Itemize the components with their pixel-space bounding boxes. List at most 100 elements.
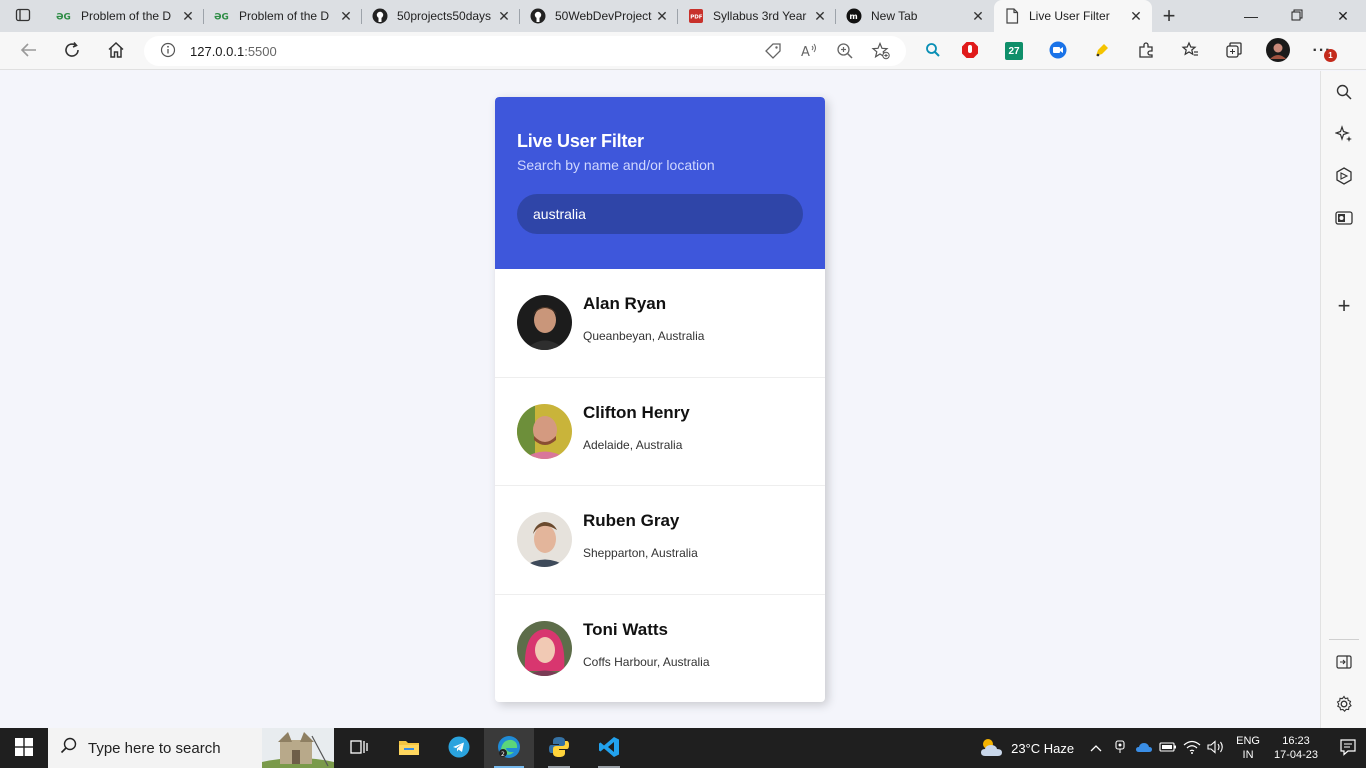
back-button[interactable] xyxy=(14,36,44,66)
tab-title: Live User Filter xyxy=(1029,9,1110,23)
wifi-button[interactable] xyxy=(1180,728,1204,768)
read-aloud-icon[interactable]: A xyxy=(794,36,824,66)
close-icon[interactable]: ✕ xyxy=(1128,8,1144,25)
tab-actions-button[interactable] xyxy=(0,0,46,32)
tab-syllabus-3rd-year[interactable]: PDF Syllabus 3rd Year ✕ xyxy=(678,0,836,32)
tab-live-user-filter[interactable]: Live User Filter ✕ xyxy=(994,0,1152,32)
calendar-extension[interactable]: 27 xyxy=(992,36,1036,66)
onedrive-button[interactable] xyxy=(1132,728,1156,768)
settings-menu-button[interactable]: ··· 1 xyxy=(1300,36,1344,66)
speaker-icon xyxy=(1207,739,1225,757)
sidebar-search-button[interactable] xyxy=(1332,81,1356,105)
file-explorer-button[interactable] xyxy=(384,728,434,768)
tab-50webdevproject[interactable]: 50WebDevProject ✕ xyxy=(520,0,678,32)
search-icon xyxy=(925,42,941,61)
list-item: Alan Ryan Queanbeyan, Australia xyxy=(495,269,825,378)
outlook-icon xyxy=(1335,209,1353,230)
tab-new-tab[interactable]: m New Tab ✕ xyxy=(836,0,994,32)
sidebar-add-button[interactable]: + xyxy=(1332,293,1356,318)
close-icon[interactable]: ✕ xyxy=(812,8,828,25)
tab-problem-of-the-day-2[interactable]: ƏG Problem of the D ✕ xyxy=(204,0,362,32)
telegram-button[interactable] xyxy=(434,728,484,768)
filter-input[interactable]: australia xyxy=(517,194,803,234)
favorites-button[interactable] xyxy=(1168,36,1212,66)
close-icon[interactable]: ✕ xyxy=(970,8,986,25)
sidebar-outlook-button[interactable] xyxy=(1332,207,1356,231)
clock[interactable]: 16:23 17-04-23 xyxy=(1274,734,1318,762)
system-tray: 23°C Haze ENG IN 16:23 17-04-23 xyxy=(979,728,1366,768)
window-controls: — ✕ xyxy=(1228,0,1366,32)
start-button[interactable] xyxy=(0,728,48,768)
list-item: Ruben Gray Shepparton, Australia xyxy=(495,486,825,595)
close-icon[interactable]: ✕ xyxy=(338,8,354,25)
github-icon xyxy=(530,8,546,24)
close-icon[interactable]: ✕ xyxy=(496,8,512,25)
sidebar-games-button[interactable] xyxy=(1332,165,1356,189)
zoom-icon[interactable] xyxy=(830,36,860,66)
close-icon[interactable]: ✕ xyxy=(654,8,670,25)
video-call-icon xyxy=(1049,41,1067,62)
back-arrow-icon xyxy=(20,42,38,61)
meet-now-button[interactable] xyxy=(1108,728,1132,768)
tab-actions-icon xyxy=(15,7,31,26)
puzzle-icon xyxy=(1137,41,1155,62)
geeksforgeeks-icon: ƏG xyxy=(214,8,230,24)
sidebar-copilot-button[interactable] xyxy=(1332,123,1356,147)
chevron-up-icon xyxy=(1090,741,1102,755)
restore-button[interactable] xyxy=(1274,0,1320,32)
extensions-button[interactable] xyxy=(1124,36,1168,66)
region-code: IN xyxy=(1242,749,1254,761)
meet-extension[interactable] xyxy=(1036,36,1080,66)
collections-button[interactable] xyxy=(1212,36,1256,66)
card-header: Live User Filter Search by name and/or l… xyxy=(495,97,825,269)
battery-button[interactable] xyxy=(1156,728,1180,768)
vscode-button[interactable] xyxy=(584,728,634,768)
new-tab-button[interactable]: + xyxy=(1152,0,1186,32)
url-text[interactable]: 127.0.0.1:5500 xyxy=(190,44,277,59)
task-view-button[interactable] xyxy=(334,728,384,768)
address-bar[interactable]: 127.0.0.1:5500 A xyxy=(144,36,906,66)
profile-button[interactable] xyxy=(1256,36,1300,66)
close-icon[interactable]: ✕ xyxy=(180,8,196,25)
volume-button[interactable] xyxy=(1204,728,1228,768)
refresh-button[interactable] xyxy=(57,36,87,66)
tab-title: Syllabus 3rd Year xyxy=(713,9,807,23)
sidebar-hide-button[interactable] xyxy=(1332,651,1356,675)
onedrive-icon xyxy=(1135,740,1153,757)
show-hidden-icons-button[interactable] xyxy=(1084,728,1108,768)
add-favorite-icon[interactable] xyxy=(866,36,896,66)
page-subtitle: Search by name and/or location xyxy=(517,157,715,173)
user-location: Queanbeyan, Australia xyxy=(583,329,705,344)
search-icon xyxy=(60,737,78,759)
tab-title: Problem of the D xyxy=(81,9,172,23)
info-icon[interactable] xyxy=(160,42,176,61)
home-button[interactable] xyxy=(101,36,131,66)
user-list: Alan Ryan Queanbeyan, Australia Clifton … xyxy=(495,269,825,702)
search-extension[interactable] xyxy=(918,36,948,66)
minimize-button[interactable]: — xyxy=(1228,0,1274,32)
taskbar-search-box[interactable]: Type here to search xyxy=(48,728,334,768)
tab-problem-of-the-day-1[interactable]: ƏG Problem of the D ✕ xyxy=(46,0,204,32)
minimize-icon: — xyxy=(1244,8,1258,24)
weather-widget[interactable]: 23°C Haze xyxy=(979,736,1074,761)
wifi-icon xyxy=(1183,740,1201,757)
notification-center-button[interactable] xyxy=(1330,728,1366,768)
vscode-icon xyxy=(598,736,620,761)
page-icon xyxy=(1004,8,1020,24)
user-name: Clifton Henry xyxy=(583,402,690,422)
close-window-button[interactable]: ✕ xyxy=(1320,0,1366,32)
python-button[interactable] xyxy=(534,728,584,768)
cloud-sun-icon xyxy=(979,736,1005,761)
input-language-indicator[interactable]: ENG IN xyxy=(1236,734,1260,762)
sparkle-icon xyxy=(1334,124,1353,146)
tab-50projects50days[interactable]: 50projects50days ✕ xyxy=(362,0,520,32)
edge-sidebar: + xyxy=(1320,71,1366,728)
sidebar-settings-button[interactable] xyxy=(1332,693,1356,717)
svg-text:PDF: PDF xyxy=(690,15,703,21)
windows-logo-icon xyxy=(15,737,33,759)
pen-extension[interactable] xyxy=(1080,36,1124,66)
adblock-extension[interactable] xyxy=(948,36,992,66)
tag-icon[interactable] xyxy=(758,36,788,66)
user-location: Shepparton, Australia xyxy=(583,546,698,561)
edge-button[interactable]: 2 xyxy=(484,728,534,768)
